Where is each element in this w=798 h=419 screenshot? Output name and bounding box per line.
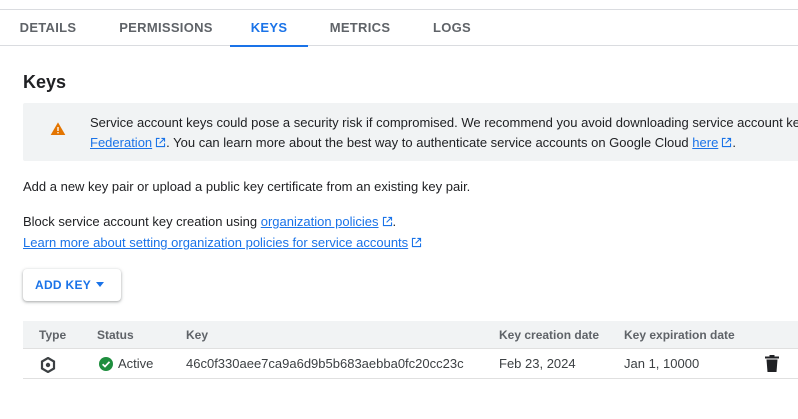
tab-permissions[interactable]: PERMISSIONS <box>102 10 230 46</box>
warning-line-1: Service account keys could pose a securi… <box>90 115 798 130</box>
warning-icon <box>50 122 66 135</box>
tab-bar: DETAILS PERMISSIONS KEYS METRICS LOGS <box>0 10 798 47</box>
header-type: Type <box>39 328 67 342</box>
trash-icon[interactable] <box>765 355 779 372</box>
warning-text-middle: . You can learn more about the best way … <box>166 135 693 150</box>
external-link-icon <box>412 237 422 248</box>
block-text-end: . <box>392 214 397 229</box>
add-key-description: Add a new key pair or upload a public ke… <box>23 179 471 194</box>
add-key-button[interactable]: ADD KEY <box>23 269 121 301</box>
status-value: Active <box>118 356 154 371</box>
header-status: Status <box>97 328 134 342</box>
tab-metrics[interactable]: METRICS <box>308 10 412 46</box>
check-circle-icon <box>99 357 113 371</box>
caret-down-icon <box>96 282 104 287</box>
tab-logs[interactable]: LOGS <box>412 10 492 46</box>
creation-date-value: Feb 23, 2024 <box>499 356 576 371</box>
key-type-icon <box>40 357 56 373</box>
block-text: Block service account key creation using <box>23 214 261 229</box>
external-link-icon <box>156 137 166 148</box>
key-id-value: 46c0f330aee7ca9a6d9b5b683aebba0fc20cc23c <box>186 356 464 371</box>
table-header: Type Status Key Key creation date Key ex… <box>23 321 798 349</box>
add-key-label: ADD KEY <box>35 278 92 292</box>
learn-more-row: Learn more about setting organization po… <box>23 233 422 253</box>
external-link-icon <box>382 216 392 227</box>
here-link[interactable]: here <box>692 135 718 150</box>
header-expiration-date: Key expiration date <box>624 328 735 342</box>
header-creation-date: Key creation date <box>499 328 600 342</box>
table-row: Active 46c0f330aee7ca9a6d9b5b683aebba0fc… <box>23 349 798 379</box>
tab-keys[interactable]: KEYS <box>230 10 308 47</box>
warning-line-2: Federation . You can learn more about the… <box>90 133 798 153</box>
external-link-icon <box>722 137 732 148</box>
warning-banner: Service account keys could pose a securi… <box>23 103 798 161</box>
tab-details[interactable]: DETAILS <box>0 10 96 46</box>
expiration-date-value: Jan 1, 10000 <box>624 356 700 371</box>
warning-text: Service account keys could pose a securi… <box>90 113 798 153</box>
page-title: Keys <box>23 72 67 92</box>
warning-text-end: . <box>732 135 736 150</box>
block-key-creation-text: Block service account key creation using… <box>23 212 396 232</box>
organization-policies-link[interactable]: organization policies <box>261 214 379 229</box>
federation-link[interactable]: Federation <box>90 135 152 150</box>
learn-more-org-policies-link[interactable]: Learn more about setting organization po… <box>23 235 408 250</box>
header-key: Key <box>186 328 209 342</box>
